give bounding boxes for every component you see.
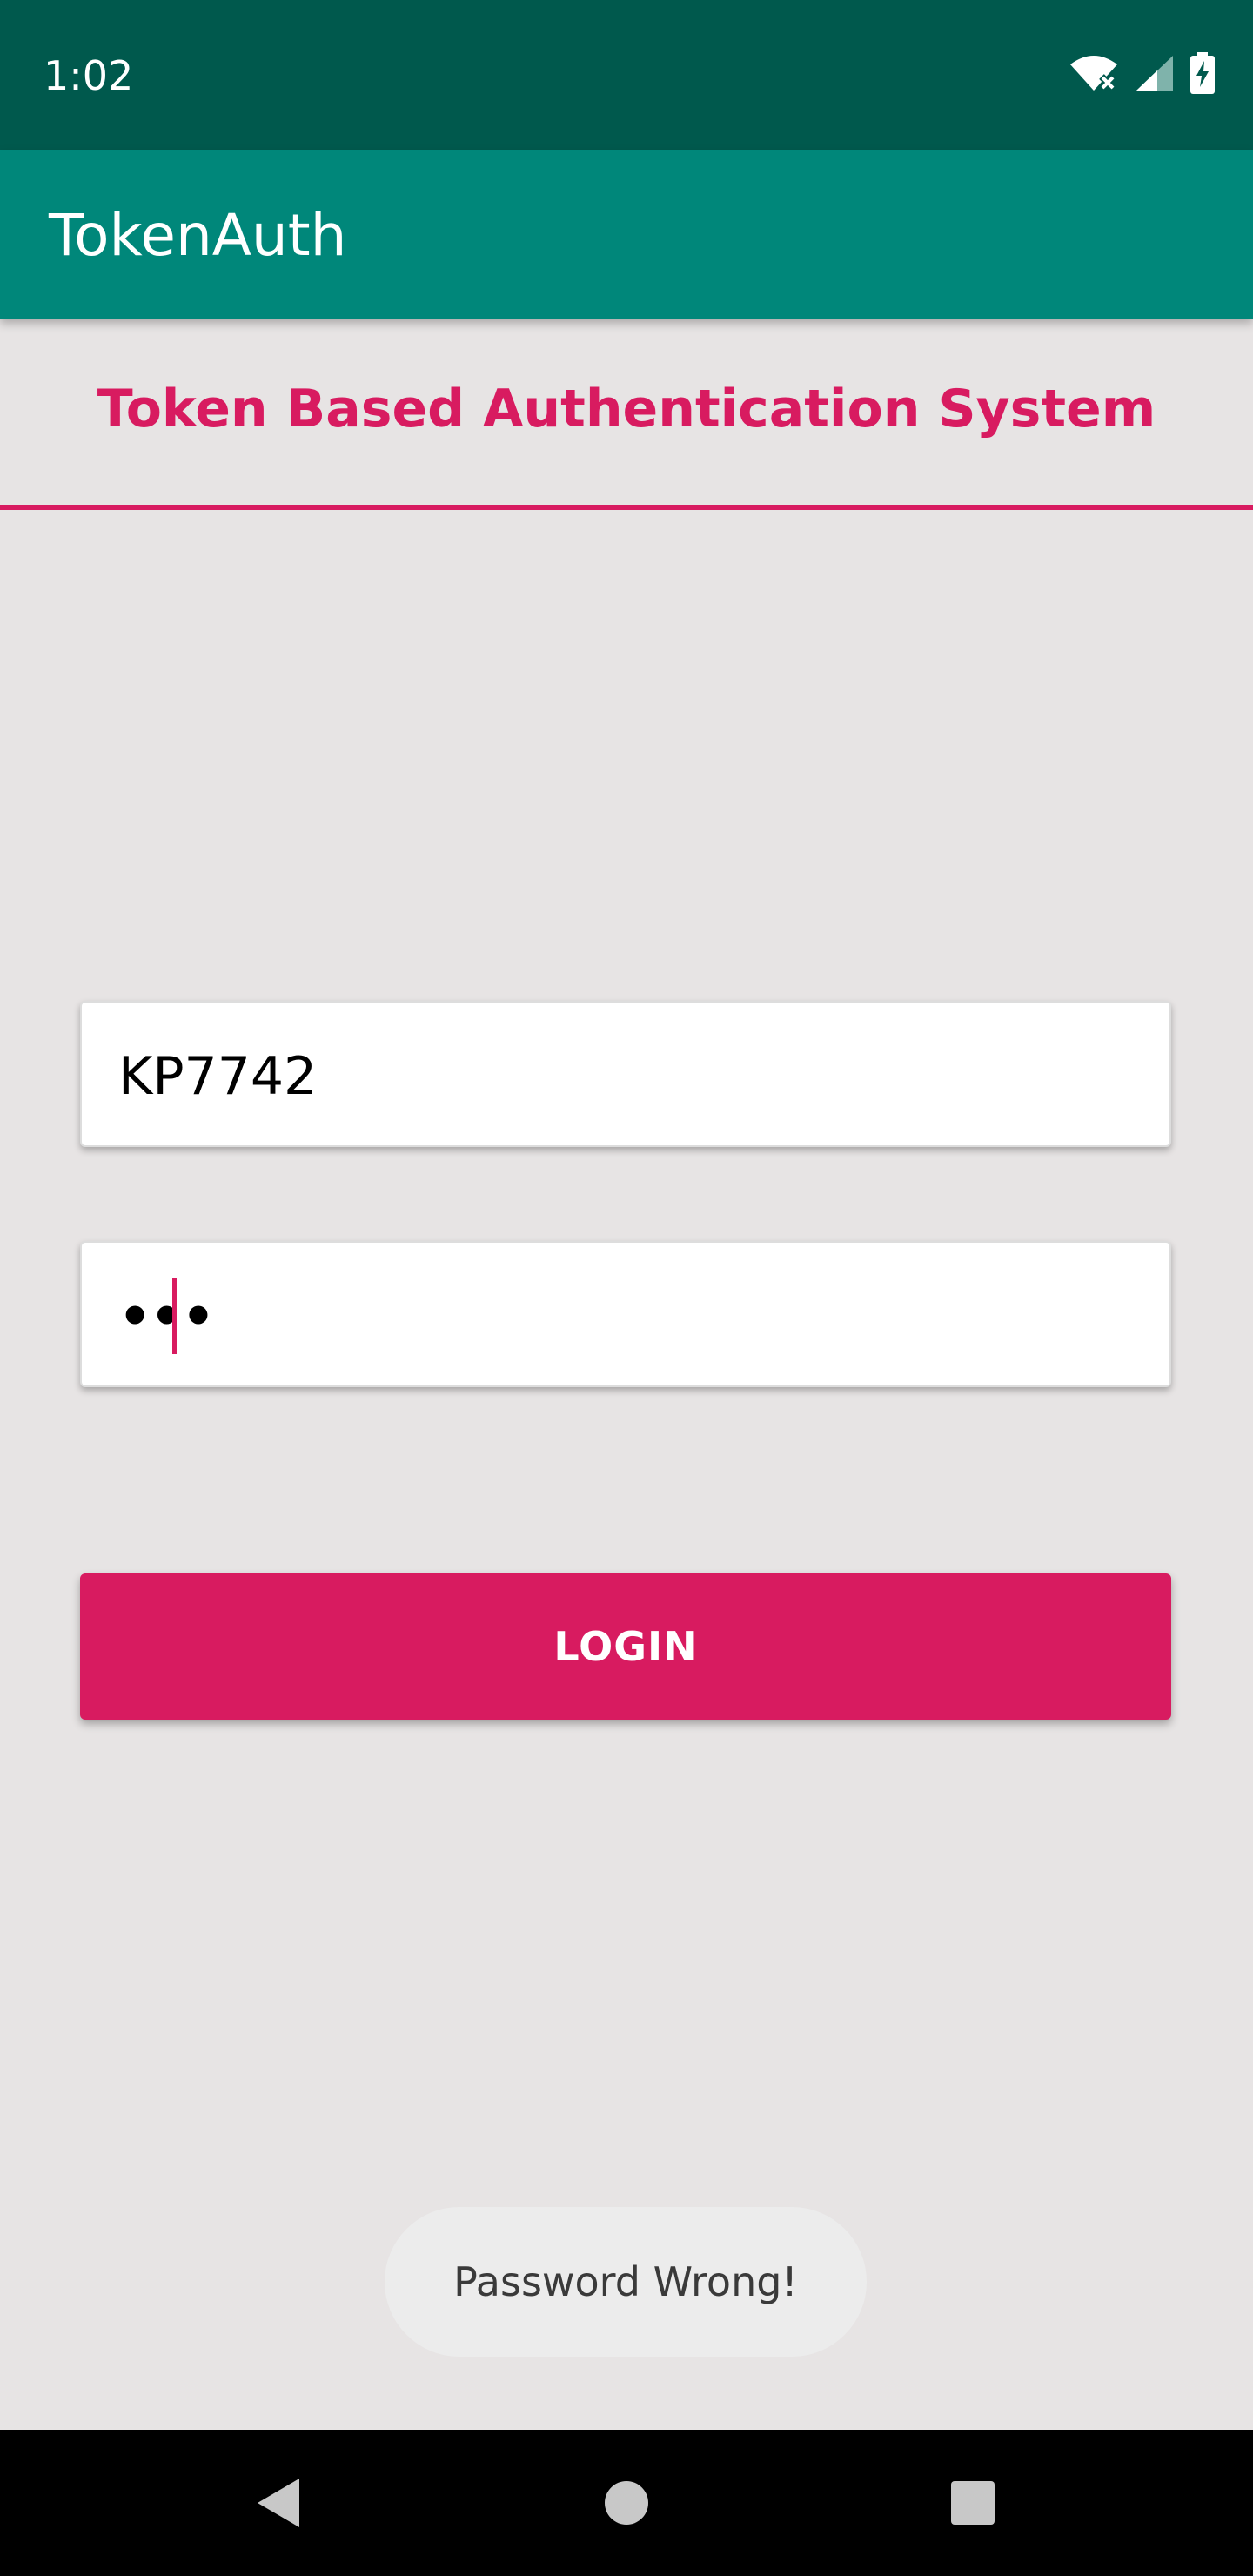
login-button[interactable]: LOGIN bbox=[80, 1573, 1171, 1720]
recents-button[interactable] bbox=[912, 2430, 1034, 2576]
password-field[interactable]: ••• bbox=[80, 1241, 1171, 1387]
username-field[interactable]: KP7742 bbox=[80, 1001, 1171, 1147]
battery-charging-icon bbox=[1190, 51, 1215, 98]
text-cursor bbox=[172, 1278, 177, 1354]
wifi-off-icon bbox=[1069, 54, 1119, 97]
recents-icon bbox=[951, 2481, 995, 2525]
cell-signal-icon bbox=[1135, 54, 1175, 97]
app-title: TokenAuth bbox=[49, 202, 347, 269]
status-time: 1:02 bbox=[44, 52, 134, 99]
heading-divider bbox=[0, 505, 1253, 510]
toast-message: Password Wrong! bbox=[385, 2207, 867, 2357]
back-button[interactable] bbox=[218, 2430, 339, 2576]
home-icon bbox=[605, 2481, 648, 2525]
page-title: Token Based Authentication System bbox=[97, 379, 1156, 439]
app-bar: TokenAuth bbox=[0, 150, 1253, 319]
navigation-bar bbox=[0, 2430, 1253, 2576]
status-bar: 1:02 bbox=[0, 0, 1253, 150]
back-icon bbox=[258, 2479, 299, 2527]
status-icons bbox=[1069, 51, 1215, 98]
username-value: KP7742 bbox=[118, 1046, 318, 1107]
home-button[interactable] bbox=[566, 2430, 687, 2576]
password-value: ••• bbox=[118, 1286, 215, 1347]
